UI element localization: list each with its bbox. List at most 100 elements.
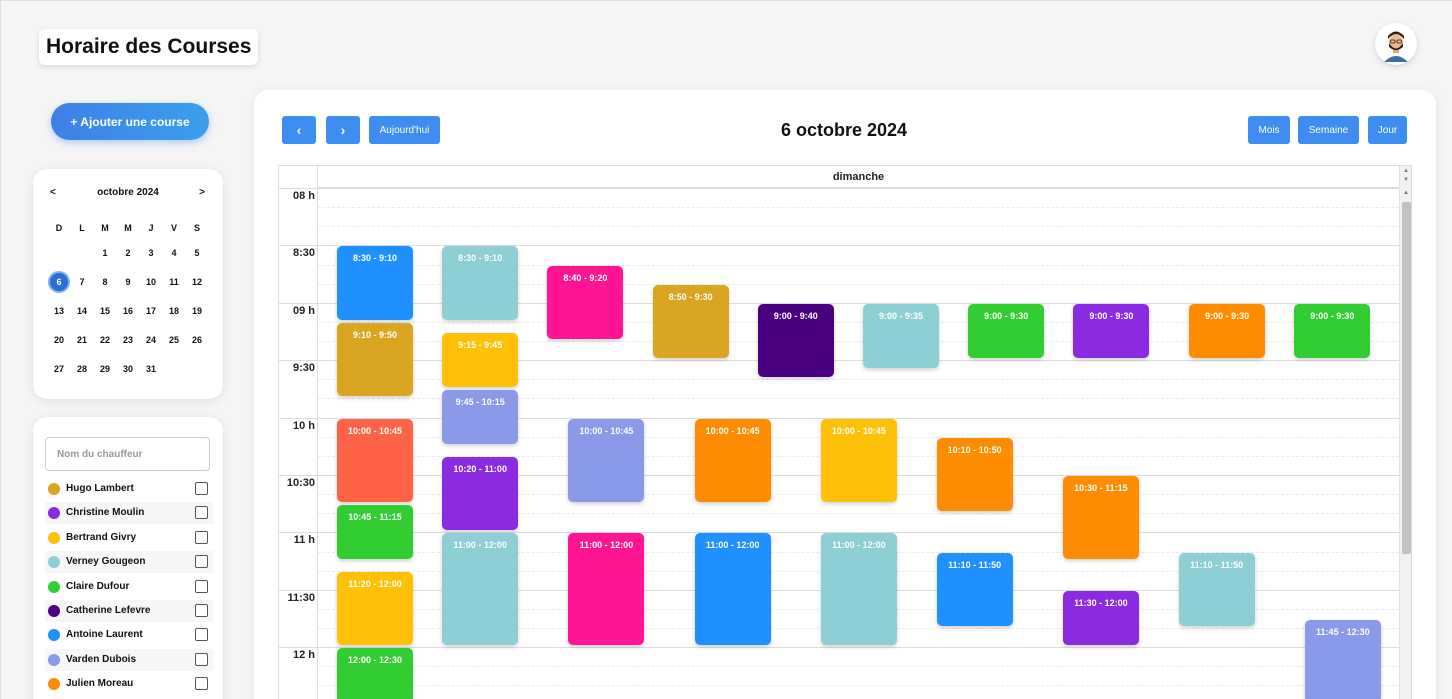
driver-item[interactable]: Hugo Lambert bbox=[45, 478, 213, 500]
course-event[interactable]: 9:00 - 9:30 bbox=[1189, 303, 1266, 359]
mini-calendar-day[interactable]: 22 bbox=[94, 329, 116, 351]
add-course-button[interactable]: + Ajouter une course bbox=[51, 103, 209, 140]
course-event[interactable]: 11:10 - 11:50 bbox=[1178, 552, 1255, 627]
course-event[interactable]: 10:00 - 10:45 bbox=[820, 418, 897, 502]
mini-calendar-day[interactable]: 31 bbox=[140, 358, 162, 380]
view-week-button[interactable]: Semaine bbox=[1298, 116, 1359, 144]
driver-checkbox[interactable] bbox=[195, 555, 208, 569]
mini-calendar-day[interactable]: 20 bbox=[48, 329, 70, 351]
course-event[interactable]: 9:00 - 9:30 bbox=[968, 303, 1045, 359]
driver-checkbox[interactable] bbox=[195, 506, 208, 520]
mini-calendar-day[interactable]: 18 bbox=[163, 300, 185, 322]
scroll-up-icon[interactable]: ▲ bbox=[1403, 168, 1409, 174]
user-avatar-icon[interactable] bbox=[1375, 23, 1417, 65]
driver-search-input[interactable] bbox=[45, 437, 210, 471]
mini-calendar-day[interactable]: 15 bbox=[94, 300, 116, 322]
scroll-up-icon[interactable]: ▲ bbox=[1403, 190, 1409, 196]
course-event[interactable]: 11:00 - 12:00 bbox=[820, 533, 897, 646]
mini-calendar-day[interactable]: 17 bbox=[140, 300, 162, 322]
course-event[interactable]: 11:00 - 12:00 bbox=[694, 533, 771, 646]
driver-item[interactable]: Claire Dufour bbox=[45, 576, 213, 598]
mini-calendar-header: octobre 2024 < > bbox=[33, 187, 223, 203]
vertical-scrollbar[interactable]: ▲ ▼ ▲ bbox=[1399, 166, 1411, 699]
course-event[interactable]: 10:00 - 10:45 bbox=[694, 418, 771, 502]
driver-item[interactable]: Bertrand Givry bbox=[45, 527, 213, 549]
course-event[interactable]: 10:30 - 11:15 bbox=[1062, 476, 1139, 560]
course-event[interactable]: 8:30 - 9:10 bbox=[337, 246, 413, 320]
prev-day-button[interactable]: ‹ bbox=[282, 116, 316, 144]
driver-checkbox[interactable] bbox=[195, 530, 208, 544]
view-month-button[interactable]: Mois bbox=[1248, 116, 1290, 144]
mini-calendar-day[interactable]: 10 bbox=[140, 271, 162, 293]
driver-color-dot bbox=[48, 507, 60, 520]
driver-item[interactable]: Christine Moulin bbox=[45, 502, 213, 525]
driver-checkbox[interactable] bbox=[195, 652, 208, 666]
mini-calendar-day[interactable]: 6 bbox=[48, 271, 70, 293]
scroll-thumb[interactable] bbox=[1402, 202, 1411, 554]
mini-calendar-prev-button[interactable]: < bbox=[50, 187, 56, 198]
mini-calendar-day[interactable]: 23 bbox=[117, 329, 139, 351]
driver-color-dot bbox=[48, 678, 60, 691]
course-event[interactable]: 9:00 - 9:30 bbox=[1073, 303, 1150, 359]
driver-checkbox[interactable] bbox=[195, 579, 208, 593]
course-event[interactable]: 11:45 - 12:30 bbox=[1304, 619, 1381, 699]
course-event[interactable]: 9:10 - 9:50 bbox=[337, 322, 413, 397]
driver-checkbox[interactable] bbox=[195, 604, 208, 617]
mini-calendar-day[interactable]: 29 bbox=[94, 358, 116, 380]
driver-checkbox[interactable] bbox=[195, 628, 208, 642]
mini-calendar-day[interactable]: 27 bbox=[48, 358, 70, 380]
mini-calendar-day[interactable]: 4 bbox=[163, 242, 185, 264]
mini-calendar-day[interactable]: 26 bbox=[186, 329, 208, 351]
driver-item[interactable]: Verney Gougeon bbox=[45, 551, 213, 574]
course-event[interactable]: 12:00 - 12:30 bbox=[337, 648, 413, 699]
mini-calendar-next-button[interactable]: > bbox=[199, 187, 205, 198]
course-event[interactable]: 8:50 - 9:30 bbox=[652, 284, 729, 359]
mini-calendar-day[interactable]: 21 bbox=[71, 329, 93, 351]
scroll-down-icon[interactable]: ▼ bbox=[1403, 177, 1409, 183]
mini-calendar-day[interactable]: 30 bbox=[117, 358, 139, 380]
driver-item[interactable]: Varden Dubois bbox=[45, 648, 213, 671]
mini-calendar-day[interactable]: 28 bbox=[71, 358, 93, 380]
mini-calendar-day[interactable]: 9 bbox=[117, 271, 139, 293]
driver-checkbox[interactable] bbox=[195, 482, 208, 495]
next-day-button[interactable]: › bbox=[326, 116, 360, 144]
mini-calendar-day[interactable]: 2 bbox=[117, 242, 139, 264]
course-event[interactable]: 9:00 - 9:40 bbox=[757, 303, 834, 378]
mini-calendar-day[interactable]: 24 bbox=[140, 329, 162, 351]
mini-calendar-day[interactable]: 25 bbox=[163, 329, 185, 351]
mini-calendar-day[interactable]: 13 bbox=[48, 300, 70, 322]
course-event[interactable]: 9:00 - 9:30 bbox=[1294, 303, 1371, 359]
mini-calendar-day[interactable]: 12 bbox=[186, 271, 208, 293]
avatar-illustration bbox=[1378, 26, 1414, 62]
today-button[interactable]: Aujourd'hui bbox=[369, 116, 440, 144]
mini-calendar-day[interactable]: 11 bbox=[163, 271, 185, 293]
course-event[interactable]: 8:40 - 9:20 bbox=[547, 265, 624, 340]
mini-calendar-day[interactable]: 1 bbox=[94, 242, 116, 264]
mini-calendar-day[interactable]: 8 bbox=[94, 271, 116, 293]
driver-checkbox[interactable] bbox=[195, 677, 208, 691]
course-event[interactable]: 11:00 - 12:00 bbox=[568, 533, 645, 646]
view-day-button[interactable]: Jour bbox=[1368, 116, 1407, 144]
course-event[interactable]: 9:00 - 9:35 bbox=[863, 303, 939, 368]
course-event[interactable]: 8:30 - 9:10 bbox=[442, 246, 519, 320]
course-event[interactable]: 10:10 - 10:50 bbox=[936, 437, 1013, 512]
mini-calendar-day[interactable]: 16 bbox=[117, 300, 139, 322]
driver-item[interactable]: Catherine Lefevre bbox=[45, 600, 213, 622]
course-event[interactable]: 10:45 - 11:15 bbox=[337, 504, 413, 560]
course-event[interactable]: 10:00 - 10:45 bbox=[337, 418, 413, 502]
course-event[interactable]: 11:00 - 12:00 bbox=[442, 533, 519, 646]
mini-calendar-day[interactable]: 3 bbox=[140, 242, 162, 264]
mini-calendar-day[interactable]: 7 bbox=[71, 271, 93, 293]
driver-item[interactable]: Antoine Laurent bbox=[45, 624, 213, 646]
mini-calendar-day[interactable]: 5 bbox=[186, 242, 208, 264]
course-event[interactable]: 9:45 - 10:15 bbox=[442, 389, 519, 445]
mini-calendar-day[interactable]: 14 bbox=[71, 300, 93, 322]
mini-calendar-day[interactable]: 19 bbox=[186, 300, 208, 322]
course-event[interactable]: 9:15 - 9:45 bbox=[442, 332, 519, 387]
driver-item[interactable]: Julien Moreau bbox=[45, 673, 213, 695]
course-event[interactable]: 10:00 - 10:45 bbox=[568, 418, 645, 502]
course-event[interactable]: 11:30 - 12:00 bbox=[1062, 590, 1139, 646]
course-event[interactable]: 11:20 - 12:00 bbox=[337, 571, 413, 646]
course-event[interactable]: 10:20 - 11:00 bbox=[442, 456, 519, 531]
course-event[interactable]: 11:10 - 11:50 bbox=[936, 552, 1013, 627]
